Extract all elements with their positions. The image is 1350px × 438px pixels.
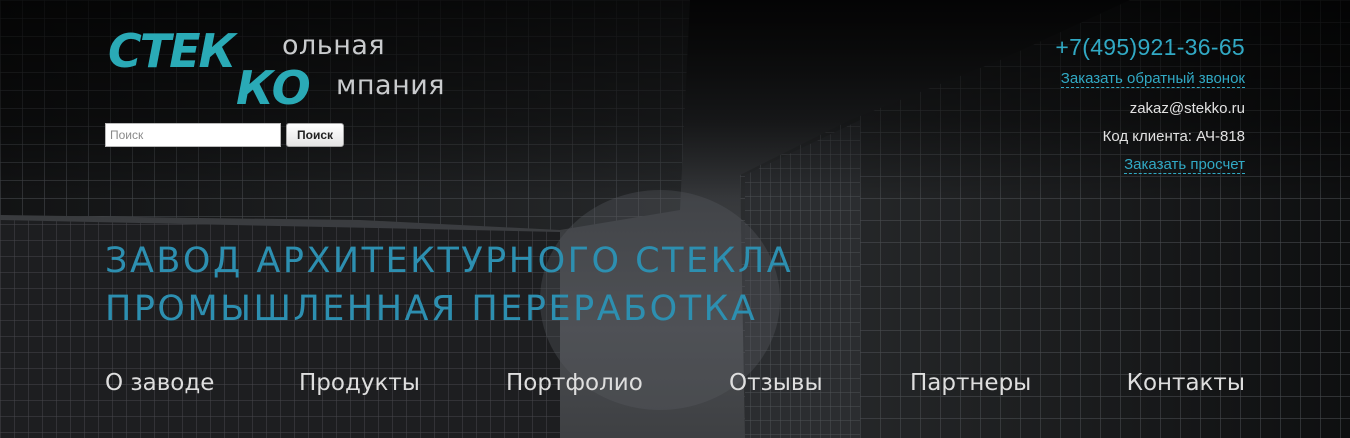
client-code: Код клиента: АЧ-818	[1102, 128, 1245, 145]
logo-main-second: КО	[236, 61, 311, 115]
request-callback-link[interactable]: Заказать обратный звонок	[1060, 70, 1245, 88]
headline-line-2: ПРОМЫШЛЕННАЯ ПЕРЕРАБОТКА	[105, 289, 758, 329]
contact-block: +7(495)921-36-65 Заказать обратный звоно…	[925, 33, 1245, 174]
main-navigation: О заводе Продукты Портфолио Отзывы Партн…	[105, 366, 1245, 400]
logo-tail-second: мпания	[336, 70, 446, 101]
nav-item-contacts[interactable]: Контакты	[1127, 366, 1245, 400]
phone-number-link[interactable]: +7(495)921-36-65	[925, 33, 1245, 61]
nav-item-portfolio[interactable]: Портфолио	[506, 366, 643, 400]
headline-line-1: ЗАВОД АРХИТЕКТУРНОГО СТЕКЛА	[105, 241, 794, 281]
nav-item-products[interactable]: Продукты	[299, 366, 420, 400]
email-address[interactable]: zakaz@stekko.ru	[1130, 100, 1245, 117]
search-button[interactable]: Поиск	[286, 123, 344, 147]
search-input[interactable]	[105, 123, 281, 147]
nav-item-about[interactable]: О заводе	[105, 366, 214, 400]
nav-item-partners[interactable]: Партнеры	[910, 366, 1031, 400]
logo-tail-first: ольная	[282, 30, 386, 61]
nav-item-reviews[interactable]: Отзывы	[729, 366, 823, 400]
request-quote-link[interactable]: Заказать просчет	[1124, 156, 1245, 174]
hero-headline: ЗАВОД АРХИТЕКТУРНОГО СТЕКЛА ПРОМЫШЛЕННАЯ…	[105, 237, 1005, 333]
company-logo[interactable]: СТЕК ольная КО мпания	[108, 24, 448, 111]
site-header: СТЕК ольная КО мпания Поиск +7(495)921-3…	[0, 0, 1350, 438]
logo-main-first: СТЕК	[108, 24, 236, 78]
